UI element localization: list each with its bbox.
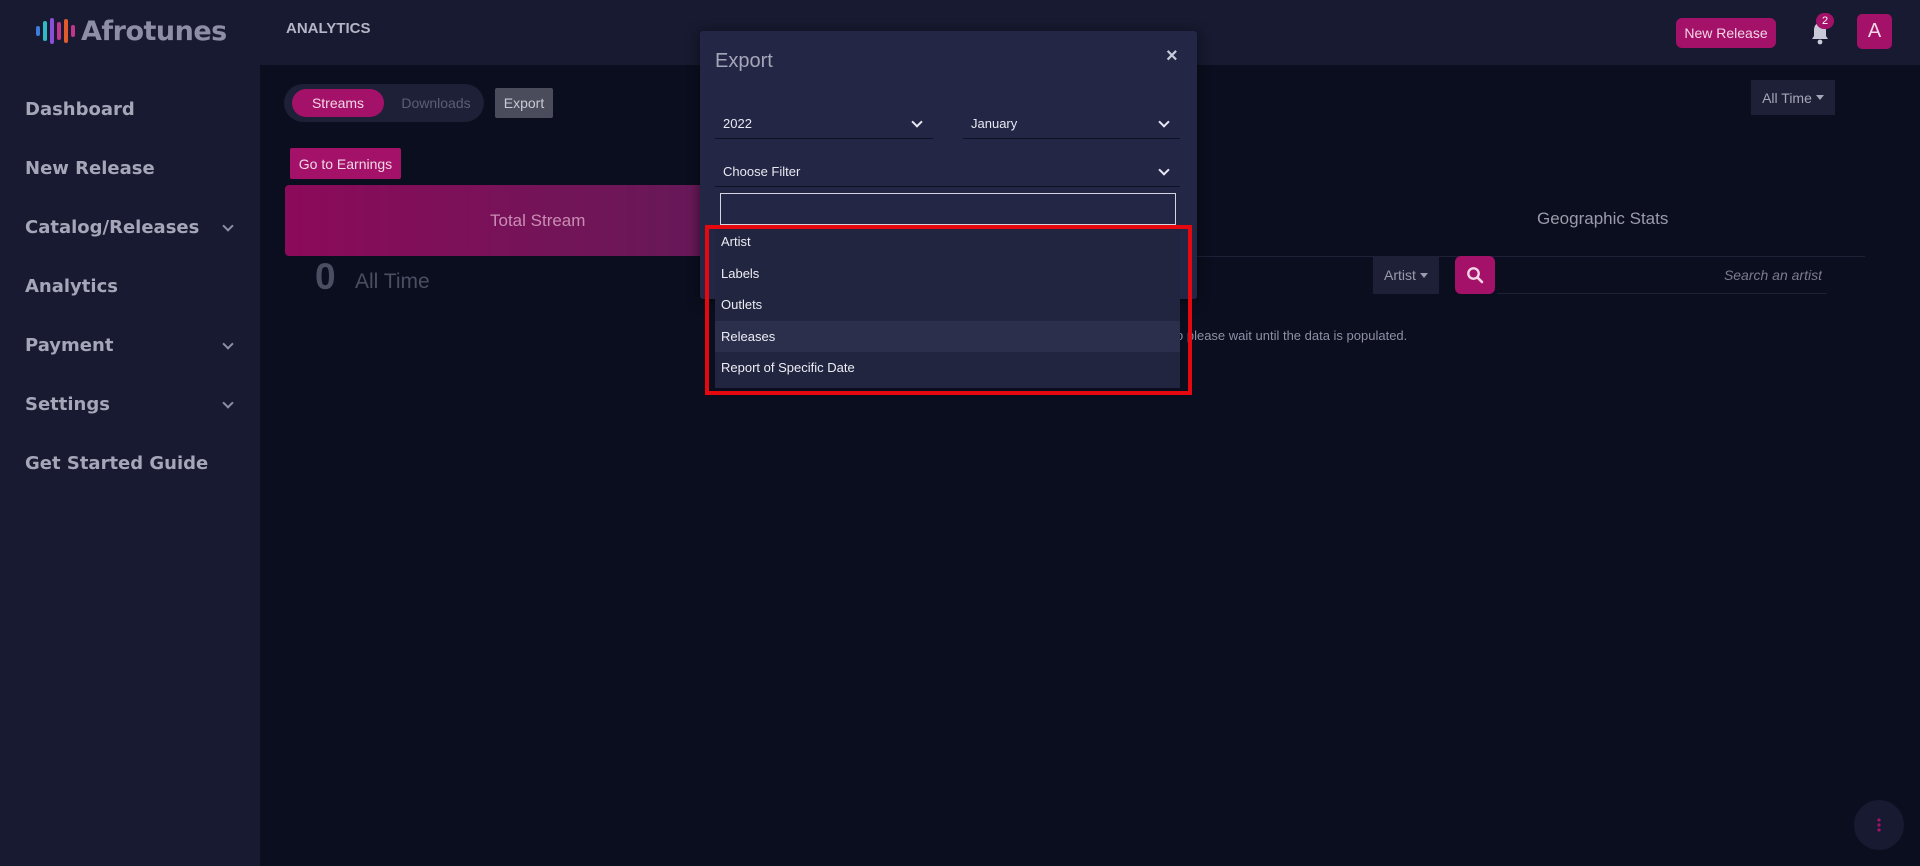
streams-downloads-toggle: Streams Downloads (284, 84, 484, 122)
filter-select[interactable]: Choose Filter (715, 157, 1180, 187)
caret-down-icon (1815, 95, 1824, 100)
chevron-down-icon (222, 337, 234, 350)
tab-geographic-stats[interactable]: Geographic Stats (1537, 209, 1668, 229)
modal-title: Export (715, 50, 773, 72)
sidebar-item-catalog-releases[interactable]: Catalog/Releases (0, 198, 260, 257)
logo-text: Afrotunes (81, 15, 227, 47)
artist-filter-dropdown[interactable]: Artist (1373, 256, 1439, 294)
month-select[interactable]: January (963, 109, 1180, 139)
logo[interactable]: Afrotunes (36, 14, 227, 48)
highlight-annotation-box (705, 225, 1192, 395)
filter-value-input[interactable] (720, 193, 1176, 225)
export-button[interactable]: Export (495, 88, 553, 118)
stat-value: 0 (315, 256, 336, 297)
sidebar-item-label: Get Started Guide (25, 453, 209, 474)
sidebar-item-label: Settings (25, 394, 110, 415)
floating-menu-button[interactable] (1854, 800, 1904, 850)
filter-value: Choose Filter (723, 164, 801, 179)
search-button[interactable] (1455, 256, 1495, 294)
year-value: 2022 (723, 116, 752, 131)
month-value: January (971, 116, 1018, 131)
sidebar-item-analytics[interactable]: Analytics (0, 257, 260, 316)
search-icon (1467, 267, 1484, 284)
period-dropdown[interactable]: All Time (1751, 80, 1835, 115)
loading-message: o please wait until the data is populate… (1176, 328, 1408, 343)
artist-search-input[interactable] (1497, 256, 1827, 293)
page-title: ANALYTICS (286, 20, 371, 37)
logo-waveform-icon (36, 16, 75, 46)
chevron-down-icon (911, 115, 923, 128)
new-release-button[interactable]: New Release (1676, 18, 1776, 48)
more-vertical-icon (1877, 818, 1881, 832)
chevron-down-icon (1158, 115, 1170, 128)
streams-toggle-button[interactable]: Streams (292, 89, 384, 117)
downloads-toggle-button[interactable]: Downloads (394, 89, 478, 117)
sidebar-item-get-started-guide[interactable]: Get Started Guide (0, 434, 260, 493)
avatar[interactable]: A (1857, 14, 1892, 49)
artist-filter-label: Artist (1384, 267, 1416, 283)
period-label: All Time (1762, 89, 1812, 106)
sidebar-item-payment[interactable]: Payment (0, 316, 260, 375)
go-to-earnings-button[interactable]: Go to Earnings (290, 148, 401, 179)
sidebar-item-label: Payment (25, 335, 114, 356)
sidebar-item-new-release[interactable]: New Release (0, 139, 260, 198)
chevron-down-icon (222, 219, 234, 232)
sidebar-item-dashboard[interactable]: Dashboard (0, 80, 260, 139)
close-icon[interactable]: × (1166, 45, 1178, 68)
year-select[interactable]: 2022 (715, 109, 933, 139)
sidebar-item-settings[interactable]: Settings (0, 375, 260, 434)
sidebar-item-label: New Release (25, 158, 155, 179)
sidebar-item-label: Analytics (25, 276, 118, 297)
sidebar-item-label: Catalog/Releases (25, 217, 200, 238)
chevron-down-icon (1158, 163, 1170, 176)
artist-search-field (1497, 256, 1827, 294)
chevron-down-icon (222, 396, 234, 409)
sidebar: Afrotunes Dashboard New Release Catalog/… (0, 0, 260, 866)
sidebar-item-label: Dashboard (25, 99, 135, 120)
caret-down-icon (1419, 272, 1428, 278)
stat-label: All Time (355, 270, 430, 293)
notification-badge: 2 (1816, 13, 1834, 29)
sidebar-nav: Dashboard New Release Catalog/Releases A… (0, 80, 260, 493)
